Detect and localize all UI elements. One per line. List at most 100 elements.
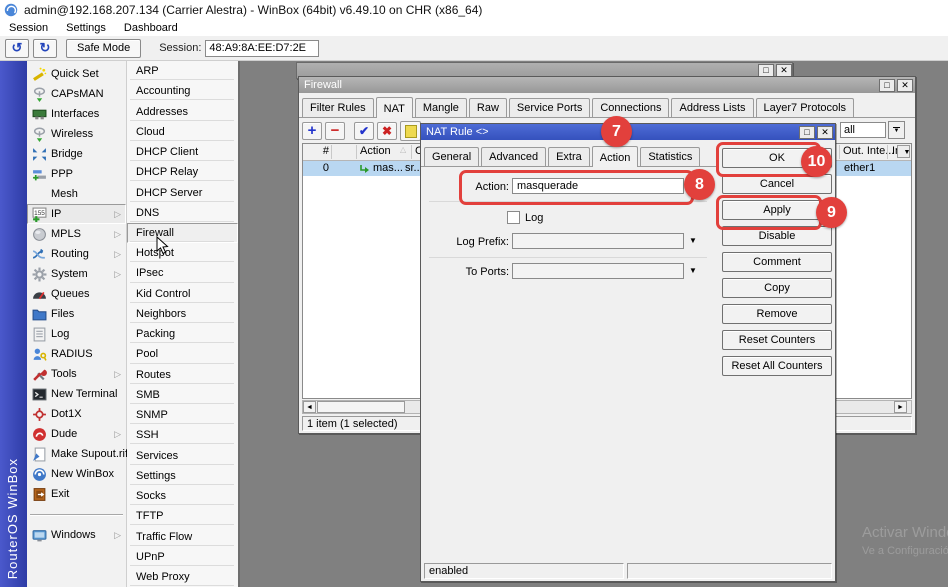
submenu-item-tftp[interactable]: TFTP xyxy=(127,506,238,526)
comment-button[interactable] xyxy=(400,121,421,141)
sidebar-item-new-winbox[interactable]: New WinBox xyxy=(27,464,126,484)
tab-raw[interactable]: Raw xyxy=(469,98,507,117)
submenu-item-smb[interactable]: SMB xyxy=(127,385,238,405)
submenu-item-routes[interactable]: Routes xyxy=(127,365,238,385)
menu-dashboard[interactable]: Dashboard xyxy=(115,21,187,35)
dialog-tab-action[interactable]: Action xyxy=(592,146,639,167)
submenu-item-web-proxy[interactable]: Web Proxy xyxy=(127,567,238,587)
close-icon[interactable]: ✕ xyxy=(817,126,833,139)
copy-button[interactable]: Copy xyxy=(722,278,832,298)
reset-counters-button[interactable]: Reset Counters xyxy=(722,330,832,350)
disable-rule-button[interactable]: ✖ xyxy=(377,122,397,140)
close-icon[interactable]: ✕ xyxy=(897,79,913,92)
tab-connections[interactable]: Connections xyxy=(592,98,669,117)
submenu-item-addresses[interactable]: Addresses xyxy=(127,101,238,121)
submenu-item-ssh[interactable]: SSH xyxy=(127,425,238,445)
redo-button[interactable]: ↻ xyxy=(33,39,57,58)
dialog-tab-extra[interactable]: Extra xyxy=(548,147,590,166)
sidebar-item-dude[interactable]: Dude▷ xyxy=(27,424,126,444)
reset-all-counters-button[interactable]: Reset All Counters xyxy=(722,356,832,376)
submenu-item-kid-control[interactable]: Kid Control xyxy=(127,284,238,304)
sidebar-item-mesh[interactable]: Mesh xyxy=(27,184,126,204)
comment-note-icon xyxy=(405,125,417,138)
scrollbar-thumb[interactable] xyxy=(317,401,405,413)
submenu-item-neighbors[interactable]: Neighbors xyxy=(127,304,238,324)
undo-button[interactable]: ↺ xyxy=(5,39,29,58)
sidebar-item-mpls[interactable]: MPLS▷ xyxy=(27,224,126,244)
nat-dialog-tabs: GeneralAdvancedExtraActionStatistics xyxy=(421,142,718,167)
sidebar-item-capsman[interactable]: CAPsMAN xyxy=(27,84,126,104)
filter-dropdown-button[interactable]: ▼ xyxy=(888,121,905,139)
session-input[interactable]: 48:A9:8A:EE:D7:2E xyxy=(205,40,319,57)
sidebar-item-dot1x[interactable]: Dot1X xyxy=(27,404,126,424)
sidebar-item-interfaces[interactable]: Interfaces xyxy=(27,104,126,124)
submenu-item-hotspot[interactable]: Hotspot xyxy=(127,243,238,263)
to-ports-dropdown-icon[interactable]: ▼ xyxy=(689,266,697,275)
sidebar-item-make-supout-rif[interactable]: Make Supout.rif xyxy=(27,444,126,464)
dialog-tab-general[interactable]: General xyxy=(424,147,479,166)
menu-settings[interactable]: Settings xyxy=(57,21,115,35)
submenu-item-pool[interactable]: Pool xyxy=(127,344,238,364)
enable-rule-button[interactable]: ✔ xyxy=(354,122,374,140)
submenu-item-upnp[interactable]: UPnP xyxy=(127,547,238,567)
submenu-item-dhcp-server[interactable]: DHCP Server xyxy=(127,182,238,202)
column-select-button[interactable]: ▼ xyxy=(897,145,910,158)
to-ports-input[interactable] xyxy=(512,263,684,279)
maximize-icon[interactable]: □ xyxy=(879,79,895,92)
sidebar-item-bridge[interactable]: Bridge xyxy=(27,144,126,164)
remove-rule-button[interactable]: − xyxy=(325,122,345,140)
tab-nat[interactable]: NAT xyxy=(376,97,413,118)
submenu-item-arp[interactable]: ARP xyxy=(127,61,238,81)
column-action[interactable]: Action xyxy=(360,145,391,157)
tab-filter-rules[interactable]: Filter Rules xyxy=(302,98,374,117)
submenu-item-services[interactable]: Services xyxy=(127,445,238,465)
tab-mangle[interactable]: Mangle xyxy=(415,98,467,117)
safe-mode-button[interactable]: Safe Mode xyxy=(66,39,141,58)
tab-address-lists[interactable]: Address Lists xyxy=(671,98,753,117)
log-prefix-dropdown-icon[interactable]: ▼ xyxy=(689,236,697,245)
queues-gauge-icon xyxy=(32,287,47,302)
log-prefix-input[interactable] xyxy=(512,233,684,249)
scroll-left-button[interactable]: ◄ xyxy=(303,401,316,413)
sidebar-item-ppp[interactable]: PPP xyxy=(27,164,126,184)
submenu-item-dhcp-client[interactable]: DHCP Client xyxy=(127,142,238,162)
submenu-item-packing[interactable]: Packing xyxy=(127,324,238,344)
sidebar-item-routing[interactable]: Routing▷ xyxy=(27,244,126,264)
sidebar-item-wireless[interactable]: Wireless xyxy=(27,124,126,144)
submenu-item-settings[interactable]: Settings xyxy=(127,466,238,486)
sidebar-item-new-terminal[interactable]: New Terminal xyxy=(27,384,126,404)
remove-button[interactable]: Remove xyxy=(722,304,832,324)
column-num[interactable]: # xyxy=(309,145,329,157)
menu-session[interactable]: Session xyxy=(0,21,57,35)
comment-button[interactable]: Comment xyxy=(722,252,832,272)
maximize-icon[interactable]: □ xyxy=(799,126,815,139)
sidebar-item-radius[interactable]: RADIUS xyxy=(27,344,126,364)
tab-layer7-protocols[interactable]: Layer7 Protocols xyxy=(756,98,855,117)
submenu-item-traffic-flow[interactable]: Traffic Flow xyxy=(127,526,238,546)
dialog-tab-statistics[interactable]: Statistics xyxy=(640,147,700,166)
submenu-item-dhcp-relay[interactable]: DHCP Relay xyxy=(127,162,238,182)
sidebar-item-log[interactable]: Log xyxy=(27,324,126,344)
tab-service-ports[interactable]: Service Ports xyxy=(509,98,590,117)
submenu-item-firewall[interactable]: Firewall xyxy=(127,223,238,243)
log-checkbox[interactable] xyxy=(507,211,520,224)
cancel-button[interactable]: Cancel xyxy=(722,174,832,194)
chain-filter-select[interactable]: all xyxy=(840,122,886,138)
submenu-item-accounting[interactable]: Accounting xyxy=(127,81,238,101)
sidebar-item-windows[interactable]: Windows▷ xyxy=(27,525,126,545)
submenu-item-dns[interactable]: DNS xyxy=(127,203,238,223)
sidebar-item-files[interactable]: Files xyxy=(27,304,126,324)
sidebar-item-system[interactable]: System▷ xyxy=(27,264,126,284)
sidebar-item-quick-set[interactable]: Quick Set xyxy=(27,64,126,84)
sidebar-item-exit[interactable]: Exit xyxy=(27,484,126,504)
add-rule-button[interactable]: + xyxy=(302,122,322,140)
submenu-item-socks[interactable]: Socks xyxy=(127,486,238,506)
scroll-right-button[interactable]: ► xyxy=(894,401,907,413)
submenu-item-snmp[interactable]: SNMP xyxy=(127,405,238,425)
sidebar-item-ip[interactable]: 155IP▷ xyxy=(27,204,126,224)
dialog-tab-advanced[interactable]: Advanced xyxy=(481,147,546,166)
sidebar-item-tools[interactable]: Tools▷ xyxy=(27,364,126,384)
submenu-item-ipsec[interactable]: IPsec xyxy=(127,263,238,283)
sidebar-item-queues[interactable]: Queues xyxy=(27,284,126,304)
submenu-item-cloud[interactable]: Cloud xyxy=(127,122,238,142)
